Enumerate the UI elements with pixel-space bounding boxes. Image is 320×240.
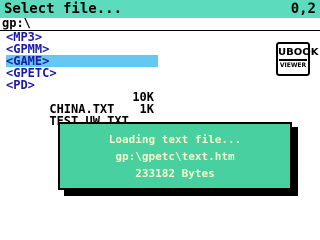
window-title: Select file... xyxy=(4,1,123,17)
list-item-china-txt[interactable]: CHINA.TXT 10K xyxy=(6,91,158,115)
loading-file-path: gp:\gpetc\text.htm xyxy=(115,150,235,163)
ubook-viewer-logo-icon: UBOOK VIEWER xyxy=(276,42,319,76)
loading-dialog: Loading text file... gp:\gpetc\text.htm … xyxy=(58,122,292,190)
logo-text-main: UBOOK xyxy=(278,47,319,58)
list-item-label: <PD> xyxy=(6,78,35,92)
loading-file-size: 233182 Bytes xyxy=(135,167,215,180)
page-indicator: 0,2 xyxy=(290,1,316,17)
title-bar: Select file... 0,2 xyxy=(0,0,320,18)
loading-message: Loading text file... xyxy=(108,133,242,146)
path-bar: gp:\ xyxy=(0,16,320,31)
list-item-test-uw-txt[interactable]: TEST_UW.TXT 1K xyxy=(6,102,158,127)
logo-divider xyxy=(279,59,307,61)
current-path: gp:\ xyxy=(2,16,31,30)
file-selector-screen: Select file... 0,2 gp:\ <MP3> <GPMM> <GA… xyxy=(0,0,320,240)
logo-text-sub: VIEWER xyxy=(279,62,307,69)
file-size: 1K xyxy=(139,102,154,116)
